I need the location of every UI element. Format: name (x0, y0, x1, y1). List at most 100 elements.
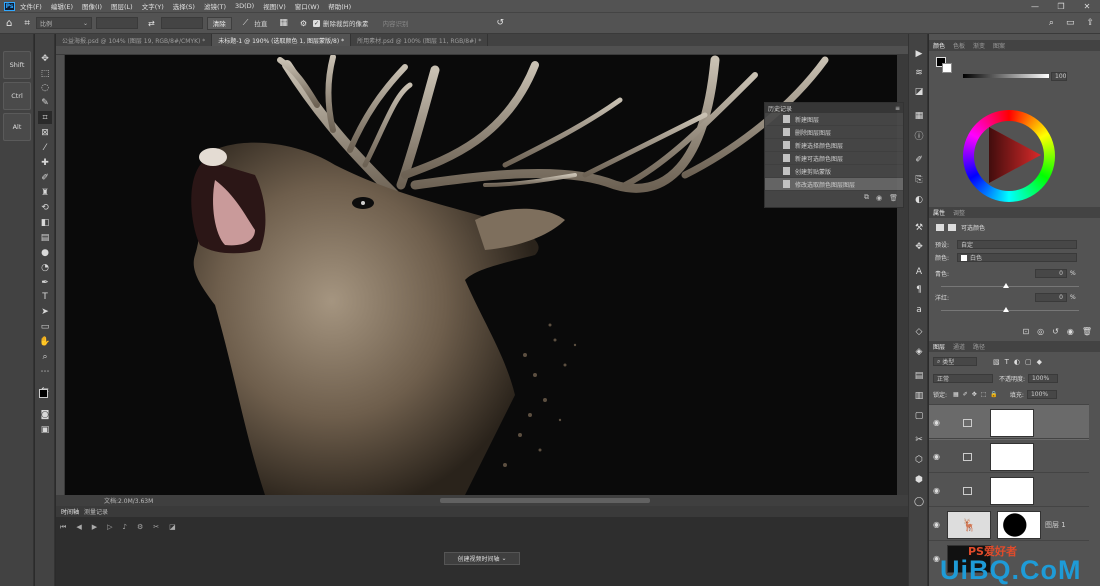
transition-icon[interactable]: ◪ (169, 523, 176, 532)
camera-icon[interactable]: ◉ (876, 194, 882, 202)
color-triangle[interactable] (977, 127, 1041, 185)
brush-settings-icon[interactable]: ≋ (913, 67, 925, 79)
tab-paths[interactable]: 路径 (969, 342, 989, 351)
notes-icon[interactable]: ⬢ (913, 474, 925, 486)
preset-select[interactable]: 自定 (957, 240, 1077, 249)
layer-row[interactable]: ◉ 🦌 图层 1 (929, 506, 1089, 542)
prev-frame-icon[interactable]: ◀ (76, 523, 81, 532)
layer-filter-icons[interactable]: ▧T◐▢◆ (993, 358, 1047, 366)
path-select-icon[interactable]: ➤ (38, 305, 52, 318)
layer-mask-thumbnail[interactable] (997, 510, 1041, 539)
reset-adjustment-icon[interactable]: ↺ (1052, 327, 1059, 336)
layers-icon[interactable]: ◈ (913, 346, 925, 358)
reset-icon[interactable]: ↺ (497, 18, 505, 28)
split-icon[interactable]: ✂ (153, 523, 159, 532)
horizontal-scrollbar-thumb[interactable] (440, 498, 650, 503)
clone-source-icon[interactable]: ⎘ (913, 174, 925, 186)
magenta-input[interactable]: 0 (1035, 293, 1067, 302)
paragraph-icon[interactable]: ¶ (913, 284, 925, 296)
color-background-swatch[interactable] (942, 63, 952, 73)
menu-select[interactable]: 选择(S) (173, 1, 195, 11)
tab-layers[interactable]: 图层 (929, 342, 949, 351)
glyphs-icon[interactable]: a (913, 304, 925, 316)
ctrl-key[interactable]: Ctrl (3, 82, 31, 110)
eye-icon[interactable]: ◉ (933, 418, 943, 427)
play-icon[interactable]: ▶ (92, 523, 97, 532)
pen-tool-icon[interactable]: ✒ (38, 276, 52, 289)
delete-cropped-checkbox[interactable]: ✓ (313, 19, 320, 27)
layer-mask-thumbnail[interactable] (990, 442, 1034, 471)
brush-icon[interactable]: ✐ (913, 154, 925, 166)
libraries-icon[interactable]: ▢ (913, 410, 925, 422)
layer-mask-thumbnail[interactable] (990, 408, 1034, 437)
tool-presets-icon[interactable]: ⚒ (913, 222, 925, 234)
more-tools-icon[interactable]: ⋯ (38, 365, 52, 378)
screen-mode-icon[interactable]: ▣ (38, 423, 52, 436)
frame-tool-icon[interactable]: ⊠ (38, 126, 52, 139)
tab-color[interactable]: 颜色 (929, 41, 949, 50)
gradient-tool-icon[interactable]: ▤ (38, 231, 52, 244)
shift-key[interactable]: Shift (3, 51, 31, 79)
clip-to-layer-icon[interactable]: ⊡ (1022, 327, 1029, 336)
new-document-from-state-icon[interactable]: ⧉ (864, 193, 869, 202)
marquee-tool-icon[interactable]: ⬚ (38, 67, 52, 80)
next-frame-icon[interactable]: ▷ (107, 523, 112, 532)
layer-filter-select[interactable]: ⌕ 类型 (933, 357, 977, 366)
deer-layer-thumbnail[interactable]: 🦌 (947, 510, 991, 539)
foreground-color-swatch[interactable] (39, 389, 48, 398)
width-input[interactable] (96, 17, 138, 29)
create-video-timeline-button[interactable]: 创建视频时间轴 ⌄ (444, 552, 520, 565)
close-button[interactable]: ✕ (1074, 2, 1100, 11)
menu-image[interactable]: 图像(I) (82, 1, 102, 11)
eye-icon[interactable]: ◉ (933, 520, 943, 529)
photoshop-logo-icon[interactable]: Ps (4, 1, 15, 11)
eye-icon[interactable]: ◉ (933, 486, 943, 495)
eraser-tool-icon[interactable]: ◧ (38, 216, 52, 229)
menu-window[interactable]: 窗口(W) (295, 1, 320, 11)
lightbulb-icon[interactable]: ◯ (913, 496, 925, 508)
adjustments-icon[interactable]: ◐ (913, 194, 925, 206)
tools-icon[interactable]: ✥ (913, 241, 925, 253)
play-actions-icon[interactable]: ▶ (913, 48, 925, 60)
minimize-button[interactable]: — (1022, 2, 1048, 11)
cyan-slider[interactable] (941, 286, 1079, 287)
history-item[interactable]: 删除图层图层 (765, 126, 903, 139)
learn-icon[interactable]: ✂ (913, 434, 925, 446)
cyan-input[interactable]: 0 (1035, 269, 1067, 278)
info-icon[interactable]: ⓘ (913, 129, 925, 142)
panel-menu-icon[interactable]: ≡ (895, 105, 900, 112)
move-tool-icon[interactable]: ✥ (38, 52, 52, 65)
character-icon[interactable]: A (913, 266, 925, 278)
share-icon[interactable]: ⇪ (1086, 18, 1094, 28)
workspace-icon[interactable]: ▭ (1066, 18, 1075, 28)
tab-timeline[interactable]: 时间轴 (61, 507, 79, 516)
gear-icon[interactable]: ⚙ (300, 19, 307, 28)
height-input[interactable] (160, 17, 203, 29)
clear-button[interactable]: 清除 (206, 16, 232, 30)
brush-tool-icon[interactable]: ✐ (38, 171, 52, 184)
eye-icon[interactable]: ◉ (933, 452, 943, 461)
view-previous-icon[interactable]: ◎ (1037, 327, 1044, 336)
mask-icon[interactable] (948, 224, 956, 231)
history-item[interactable]: 新建可选颜色图层 (765, 152, 903, 165)
tab-channels[interactable]: 通道 (949, 342, 969, 351)
crop-tool-icon[interactable]: ⌗ (24, 18, 30, 29)
tab-document-1[interactable]: 公益海报.psd @ 104% (图层 19, RGB/8#/CMYK) * (56, 34, 213, 46)
first-frame-icon[interactable]: ⏮ (60, 523, 66, 532)
history-brush-icon[interactable]: ⟲ (38, 201, 52, 214)
layer-row[interactable]: ◉ (929, 438, 1089, 474)
tab-patterns[interactable]: 图案 (989, 41, 1009, 50)
brightness-value[interactable]: 100 (1051, 72, 1067, 81)
swap-icon[interactable]: ⇄ (148, 19, 155, 28)
menu-edit[interactable]: 编辑(E) (51, 1, 73, 11)
tab-swatches[interactable]: 色板 (949, 41, 969, 50)
home-icon[interactable]: ⌂ (6, 18, 12, 29)
layer-mask-thumbnail[interactable] (990, 476, 1034, 505)
magenta-slider[interactable] (941, 310, 1079, 311)
tab-adjustments[interactable]: 调整 (949, 208, 969, 217)
audio-icon[interactable]: ♪ (122, 523, 126, 532)
comments-icon[interactable]: ⬡ (913, 454, 925, 466)
settings-icon[interactable]: ⚙ (137, 523, 143, 532)
menu-layer[interactable]: 图层(L) (111, 1, 133, 11)
search-icon[interactable]: ⌕ (1049, 18, 1054, 28)
